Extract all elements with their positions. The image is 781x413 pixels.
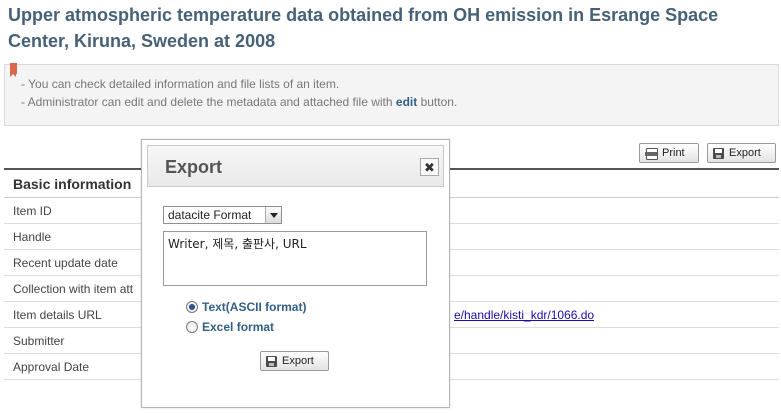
option-text-ascii-label[interactable]: Text(ASCII format)	[202, 300, 306, 314]
close-icon: ✖	[424, 159, 435, 175]
row-label-approval-date: Approval Date	[13, 360, 90, 374]
dialog-export-button-label: Export	[282, 355, 314, 367]
notice-line-1: - You can check detailed information and…	[21, 77, 340, 91]
notice-line-2: - Administrator can edit and delete the …	[21, 95, 457, 109]
option-excel[interactable]: Excel format	[186, 320, 274, 334]
row-label-collection: Collection with item att	[13, 282, 134, 296]
radio-excel[interactable]	[186, 321, 198, 333]
printer-icon	[645, 148, 658, 160]
option-excel-label[interactable]: Excel format	[202, 320, 274, 334]
page-title: Upper atmospheric temperature data obtai…	[8, 5, 719, 51]
disk-icon	[266, 355, 277, 367]
bookmark-icon	[10, 63, 17, 77]
disk-icon	[713, 147, 724, 159]
row-label-submitter: Submitter	[13, 334, 65, 348]
row-label-item-details-url: Item details URL	[13, 308, 102, 322]
section-title: Basic information	[13, 176, 132, 192]
print-button[interactable]: Print	[639, 143, 699, 163]
notice-line-2-prefix: - Administrator can edit and delete the …	[21, 95, 396, 109]
option-text-ascii[interactable]: Text(ASCII format)	[186, 300, 306, 314]
export-dialog: Export ✖ datacite Format Writer, 제목, 출판사…	[141, 139, 450, 408]
export-dialog-header: Export ✖	[147, 145, 444, 187]
notice-edit-keyword: edit	[395, 95, 418, 109]
export-button[interactable]: Export	[707, 143, 776, 163]
notice-line-2-suffix: button.	[417, 95, 458, 109]
item-details-url-link[interactable]: e/handle/kisti_kdr/1066.do	[454, 308, 594, 322]
export-fields-textarea[interactable]: Writer, 제목, 출판사, URL	[163, 231, 427, 286]
row-label-item-id: Item ID	[13, 204, 52, 218]
chevron-down-icon[interactable]	[265, 207, 281, 223]
format-select-value: datacite Format	[168, 208, 252, 222]
radio-text-ascii[interactable]	[186, 301, 198, 313]
info-notice-box: - You can check detailed information and…	[4, 63, 779, 126]
close-button[interactable]: ✖	[420, 158, 439, 176]
dialog-export-button[interactable]: Export	[260, 351, 329, 371]
export-dialog-title: Export	[165, 157, 223, 177]
row-label-handle: Handle	[13, 230, 52, 244]
format-select[interactable]: datacite Format	[163, 206, 282, 224]
print-button-label: Print	[662, 147, 685, 159]
row-label-recent-update-date: Recent update date	[13, 256, 118, 270]
export-button-label: Export	[729, 147, 761, 159]
